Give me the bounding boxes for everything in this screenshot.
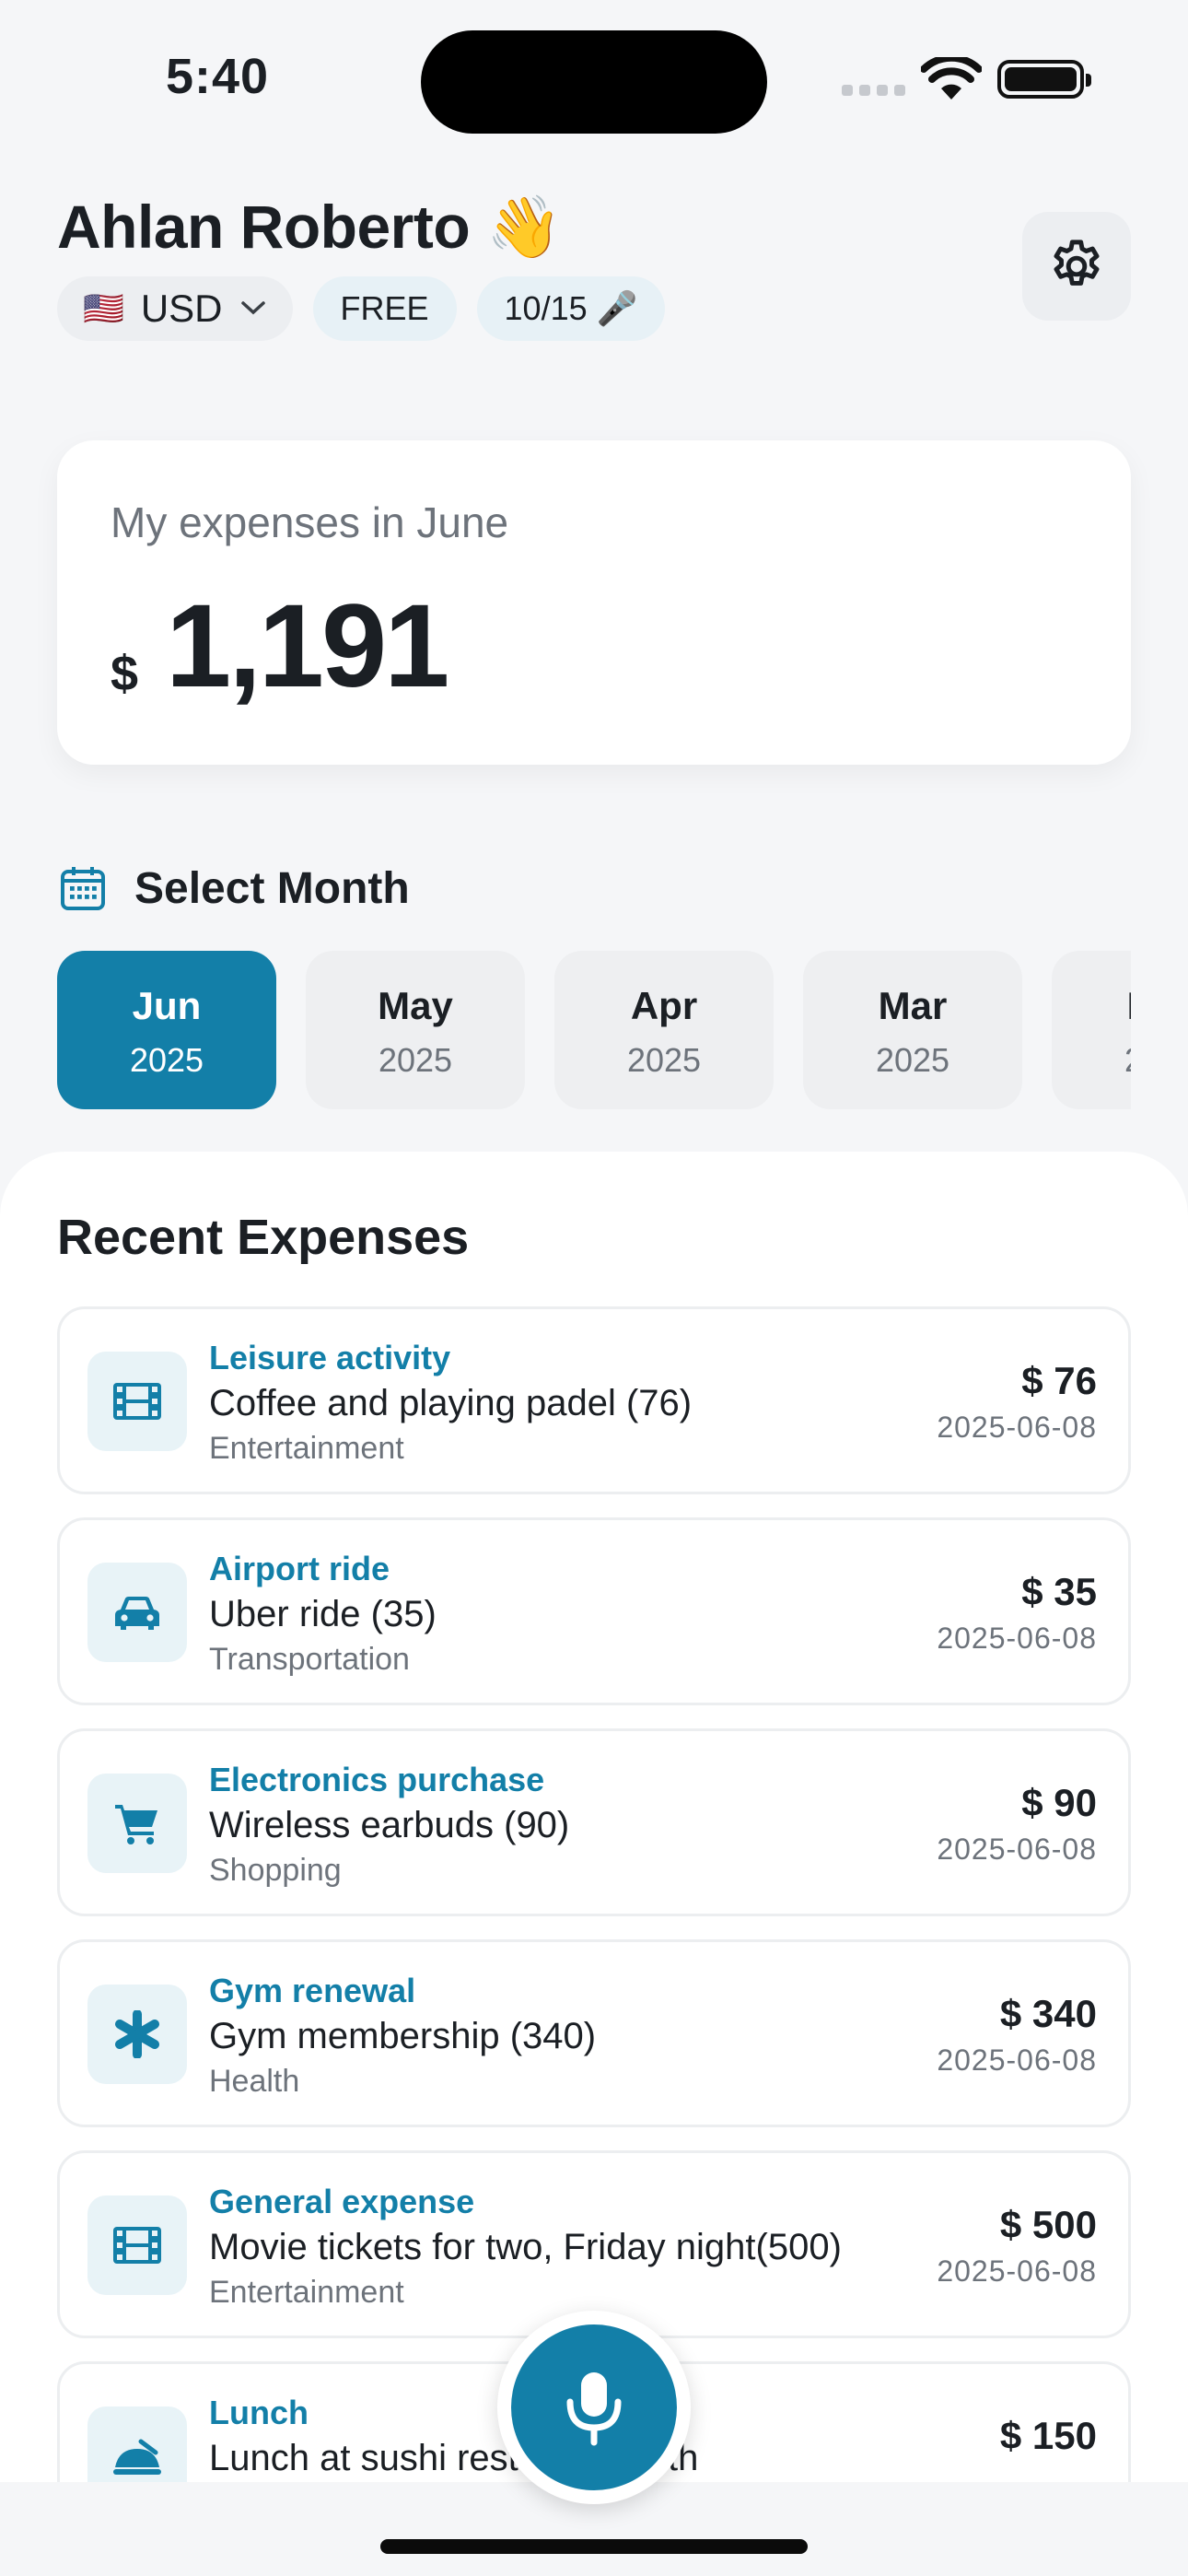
- expense-item[interactable]: Leisure activity Coffee and playing pade…: [57, 1306, 1131, 1494]
- expense-description: Uber ride (35): [209, 1594, 437, 1634]
- expense-date: 2025-06-08: [937, 1411, 1097, 1444]
- expense-amount: $ 500: [999, 2203, 1097, 2246]
- expense-amount: $ 340: [999, 1992, 1097, 2035]
- food-icon: [113, 2439, 161, 2475]
- currency-selector[interactable]: 🇺🇸 USD: [57, 276, 293, 341]
- expense-amount: $ 76: [1021, 1359, 1097, 1402]
- expense-date: 2025-06-08: [937, 1832, 1097, 1866]
- car-icon: [115, 1597, 159, 1630]
- expense-amount: $ 35: [1021, 1570, 1097, 1613]
- year-label: 2025: [1052, 1041, 1131, 1080]
- month-label: Apr: [630, 984, 698, 1027]
- year-label: 2025: [129, 1041, 204, 1079]
- month-label: May: [378, 984, 453, 1027]
- expense-date: 2025-06-08: [937, 2043, 1097, 2077]
- asterisk-icon: [115, 2010, 159, 2058]
- month-card-feb[interactable]: Feb 2025: [1052, 951, 1131, 1109]
- battery-icon: [997, 60, 1091, 99]
- expense-date: 2025-06-08: [937, 1622, 1097, 1655]
- year-label: 2025: [875, 1041, 950, 1079]
- expense-title: General expense: [209, 2183, 475, 2220]
- expense-category: Transportation: [209, 1642, 410, 1677]
- expense-category: Shopping: [209, 1853, 342, 1888]
- month-card-jun[interactable]: Jun 2025: [57, 951, 276, 1109]
- month-selector-header: Select Month: [57, 862, 410, 914]
- expense-title: Airport ride: [209, 1550, 390, 1587]
- flag-icon: 🇺🇸: [83, 289, 124, 327]
- total-currency-symbol: $: [111, 646, 139, 701]
- settings-button[interactable]: [1022, 212, 1131, 321]
- expense-date: 2025-06-08: [937, 2254, 1097, 2288]
- month-card-apr[interactable]: Apr 2025: [554, 951, 774, 1109]
- expense-category: Entertainment: [209, 2275, 404, 2310]
- expense-item[interactable]: Electronics purchase Wireless earbuds (9…: [57, 1728, 1131, 1916]
- status-bar: 5:40: [0, 0, 1188, 147]
- status-time: 5:40: [166, 49, 270, 104]
- usage-badge: 10/15 🎤: [476, 276, 666, 341]
- month-selector-title: Select Month: [134, 863, 410, 913]
- total-label: My expenses in June: [111, 498, 509, 546]
- plan-badge: FREE: [312, 276, 457, 341]
- cart-icon: [115, 1805, 157, 1844]
- film-icon: [113, 1383, 161, 1420]
- expense-title: Electronics purchase: [209, 1761, 545, 1798]
- expense-title: Lunch: [209, 2394, 309, 2431]
- month-label: Jun: [132, 984, 202, 1027]
- microphone-icon: [566, 2372, 622, 2446]
- chevron-down-icon: [239, 293, 267, 324]
- expense-description: Gym membership (340): [209, 2016, 597, 2056]
- expense-amount: $ 150: [999, 2414, 1097, 2457]
- monthly-total-card: My expenses in June $ 1,191: [57, 440, 1131, 765]
- usage-count: 10/15: [504, 289, 588, 327]
- expense-title: Leisure activity: [209, 1339, 451, 1376]
- month-list: Jun 2025 May 2025 Apr 2025 Mar 2025 Feb …: [57, 951, 1131, 1111]
- month-card-may[interactable]: May 2025: [306, 951, 525, 1109]
- total-amount: 1,191: [166, 580, 449, 712]
- gear-icon: [1054, 240, 1100, 286]
- expense-amount: $ 90: [1021, 1781, 1097, 1824]
- expense-item[interactable]: Gym renewal Gym membership (340) Health …: [57, 1939, 1131, 2127]
- expense-category: Entertainment: [209, 1431, 404, 1466]
- expense-description: Movie tickets for two, Friday night(500): [209, 2227, 842, 2267]
- calendar-icon: [61, 867, 105, 910]
- expense-title: Gym renewal: [209, 1972, 416, 2009]
- expense-description: Wireless earbuds (90): [209, 1805, 570, 1845]
- month-card-mar[interactable]: Mar 2025: [803, 951, 1022, 1109]
- microphone-icon: 🎤: [596, 289, 638, 327]
- expense-description: Coffee and playing padel (76): [209, 1383, 693, 1423]
- dynamic-island: [421, 30, 767, 134]
- year-label: 2025: [626, 1041, 702, 1079]
- year-label: 2025: [378, 1041, 453, 1079]
- currency-code: USD: [140, 287, 223, 330]
- wifi-icon: [921, 57, 982, 100]
- expense-category: Health: [209, 2064, 300, 2099]
- greeting-title: Ahlan Roberto 👋: [57, 193, 562, 261]
- header-chips: 🇺🇸 USD FREE 10/15 🎤: [57, 276, 666, 341]
- home-indicator: [380, 2539, 808, 2554]
- voice-record-button[interactable]: [497, 2311, 691, 2504]
- film-icon: [113, 2227, 161, 2264]
- month-label: Feb: [1052, 984, 1131, 1028]
- cellular-signal-icon: [842, 85, 905, 96]
- expense-item[interactable]: Airport ride Uber ride (35) Transportati…: [57, 1517, 1131, 1705]
- recent-expenses-title: Recent Expenses: [57, 1210, 470, 1265]
- month-label: Mar: [878, 984, 948, 1027]
